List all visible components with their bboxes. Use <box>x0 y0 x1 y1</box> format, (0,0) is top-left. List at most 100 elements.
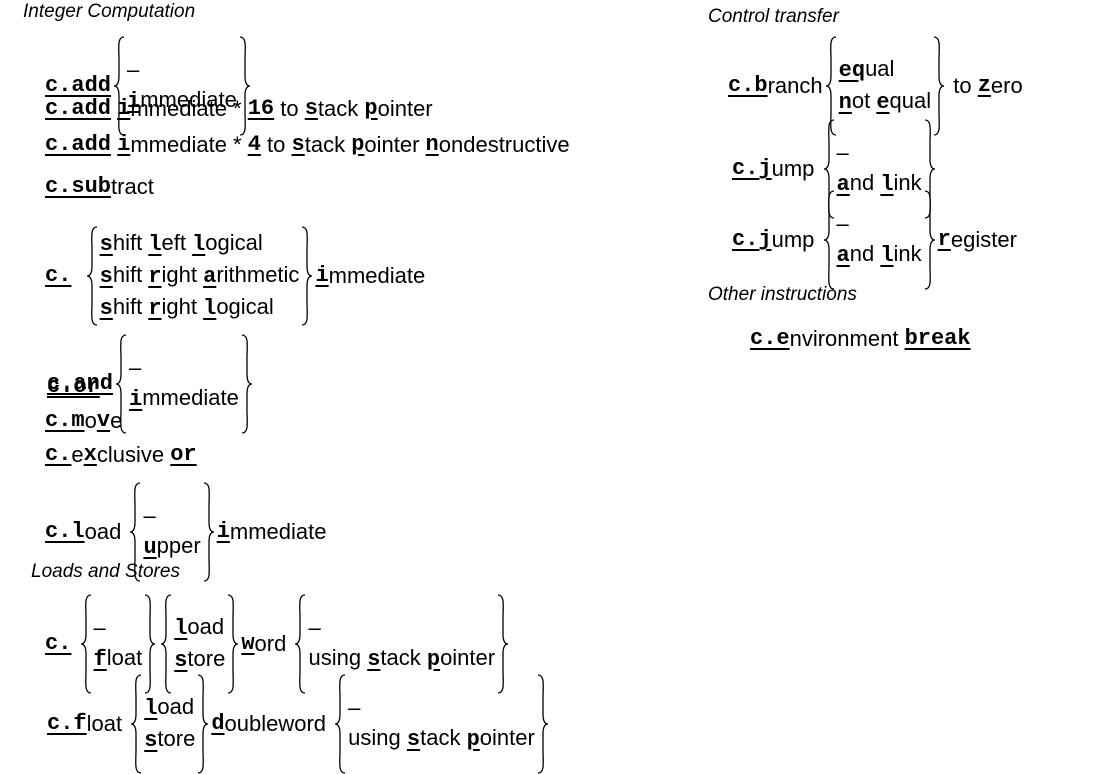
mnemonic-text: using <box>308 645 368 670</box>
right-brace <box>196 674 209 774</box>
underlined-mnemonic-letters: c.or <box>47 374 100 399</box>
mnemonic-text: e <box>110 408 123 433</box>
mnemonic-text: tack <box>420 725 467 750</box>
mnemonic-text: hift <box>112 262 149 287</box>
mnemonic-text: qual <box>889 88 932 113</box>
option-group: – and link <box>823 190 936 290</box>
underlined-mnemonic-letters: c.f <box>47 711 87 736</box>
mnemonic-text: nd <box>849 241 881 266</box>
underlined-mnemonic-letters: p <box>466 727 480 752</box>
mnemonic-text: tack <box>317 96 365 121</box>
empty-option: – <box>308 615 321 640</box>
mnemonic-text: to <box>274 96 305 121</box>
option: store <box>143 724 196 756</box>
underlined-mnemonic-letters: l <box>192 232 206 257</box>
underlined-mnemonic-letters: d <box>211 711 225 736</box>
mnemonic-text: tore <box>157 726 196 751</box>
instruction-c-sub: c.sub tract <box>45 176 154 198</box>
left-brace <box>823 190 836 290</box>
option: using stack pointer <box>347 723 536 755</box>
mnemonic-text: to <box>260 132 292 157</box>
instruction-c-addi4spn: c.add i mmediate * 4 to s tack p ointer n on… <box>45 134 570 156</box>
underlined-mnemonic-letters: l <box>144 696 158 721</box>
mnemonic-text: oad <box>157 694 195 719</box>
mnemonic-text: using <box>348 725 407 750</box>
underlined-mnemonic-letters: s <box>406 727 421 752</box>
option: equal <box>838 54 932 86</box>
underlined-mnemonic-letters: p <box>426 647 441 672</box>
underlined-mnemonic-letters: c. <box>45 263 72 288</box>
option-list: – immediate <box>126 36 238 136</box>
underlined-mnemonic-letters: c.m <box>45 408 85 433</box>
underlined-mnemonic-letters: z <box>977 73 991 98</box>
underlined-mnemonic-letters: n <box>425 132 439 157</box>
mnemonic-text: mmediate * <box>130 132 248 157</box>
underlined-mnemonic-letters: l <box>148 232 162 257</box>
option: not equal <box>838 86 932 118</box>
left-brace <box>130 674 143 774</box>
option: immediate <box>128 383 240 415</box>
empty-option: – <box>143 503 156 528</box>
underlined-mnemonic-letters: p <box>364 96 378 121</box>
option-list: – using stack pointer <box>347 674 536 774</box>
underlined-mnemonic-letters: 4 <box>247 132 261 157</box>
underlined-mnemonic-letters: s <box>99 232 113 257</box>
underlined-mnemonic-letters: w <box>241 631 255 656</box>
instruction-c-addi16sp: c.add i mmediate * 16 to s tack p ointer <box>45 98 433 120</box>
mnemonic-text: rithmetic <box>216 262 300 287</box>
underlined-mnemonic-letters: r <box>148 264 162 289</box>
underlined-mnemonic-letters: c.add <box>45 96 112 121</box>
underlined-mnemonic-letters: s <box>99 296 113 321</box>
underlined-mnemonic-letters: s <box>367 647 381 672</box>
mnemonic-text: ranch <box>767 73 823 98</box>
option: upper <box>142 531 201 563</box>
option-list: shift left logical shift right arithmetic… <box>99 226 301 326</box>
mnemonic-text: ight <box>161 294 204 319</box>
option: store <box>173 644 226 676</box>
option-group: – immediate <box>113 36 251 136</box>
underlined-mnemonic-letters: c.sub <box>45 174 112 199</box>
option-group: – upper <box>129 482 214 582</box>
mnemonic-text: egister <box>950 227 1017 252</box>
empty-option: – <box>129 355 142 380</box>
instruction-c-or: c.or <box>47 376 100 398</box>
mnemonic-text: eft <box>161 230 193 255</box>
mnemonic-text: tack <box>304 132 352 157</box>
mnemonic-text: ointer <box>479 725 535 750</box>
right-brace <box>536 674 549 774</box>
empty-option: – <box>836 211 849 236</box>
mnemonic-text: ointer <box>364 132 426 157</box>
underlined-mnemonic-letters: e <box>876 90 890 115</box>
option-list: – upper <box>142 482 201 582</box>
instruction-c-xor: c. e x clusive or <box>45 444 197 466</box>
mnemonic-text: oubleword <box>224 711 333 736</box>
mnemonic-text: ogical <box>205 230 263 255</box>
option-group: – using stack pointer <box>334 674 549 774</box>
underlined-mnemonic-letters: c.l <box>45 519 85 544</box>
option: and link <box>836 239 923 271</box>
mnemonic-text: ot <box>851 88 877 113</box>
underlined-mnemonic-letters: r <box>148 296 162 321</box>
option: load <box>173 612 226 644</box>
empty-option: – <box>93 615 106 640</box>
underlined-mnemonic-letters: i <box>117 132 131 157</box>
right-brace <box>240 334 253 434</box>
mnemonic-text: ero <box>990 73 1023 98</box>
underlined-mnemonic-letters: c.b <box>728 73 768 98</box>
mnemonic-text: mmediate <box>328 263 426 288</box>
mnemonic-text: tack <box>380 645 427 670</box>
mnemonic-text: tore <box>187 646 226 671</box>
instruction-c-jump-register: c.j ump – and link r egister <box>732 190 1017 290</box>
instruction-c-lui: c.l oad – upper i mmediate <box>45 482 326 582</box>
option: load <box>143 692 196 724</box>
option: shift right arithmetic <box>99 260 301 292</box>
empty-option: – <box>836 140 849 165</box>
header-integer-computation: Integer Computation <box>23 1 196 22</box>
underlined-mnemonic-letters: 16 <box>247 96 275 121</box>
instruction-c-add: c.add – immediate <box>45 36 253 136</box>
option-list: – and link <box>836 190 923 290</box>
mnemonic-text: oad <box>187 614 225 639</box>
option-list: – immediate <box>128 334 240 434</box>
underlined-mnemonic-letters: n <box>838 90 852 115</box>
